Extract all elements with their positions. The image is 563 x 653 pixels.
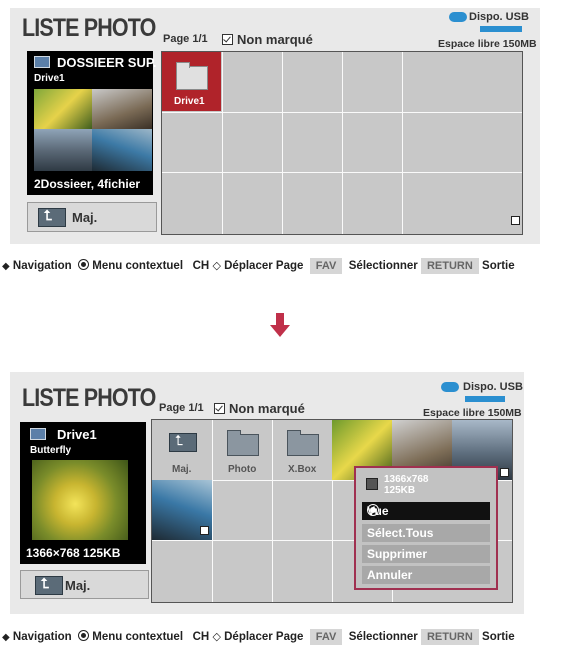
filter-unmarked-label: Non marqué (229, 401, 305, 416)
nav-exit: Sortie (482, 631, 515, 643)
checkbox-icon (214, 403, 225, 414)
nav-ch: CH (192, 631, 210, 643)
photo-checkbox[interactable] (200, 526, 209, 535)
return-key: RETURN (420, 629, 479, 645)
thumbnail-butterfly (34, 89, 92, 129)
folder-label: Photo (228, 464, 257, 475)
menu-item-vue[interactable]: Vue (362, 502, 490, 520)
folder-icon (176, 62, 208, 90)
context-size: 125KB (384, 485, 416, 496)
folder-icon (227, 430, 259, 456)
usb-icon (449, 12, 467, 22)
dpad-icon: ◆ (2, 632, 10, 643)
nav-move-page: Déplacer Page (224, 631, 304, 643)
nav-select: Sélectionner (348, 260, 418, 272)
nav-menu: Menu contextuel (92, 631, 184, 643)
menu-item-delete[interactable]: Supprimer (362, 545, 490, 563)
arrow-down-icon (270, 325, 290, 337)
page-title-2: LISTE PHOTO (22, 384, 156, 412)
dpad-icon: ◆ (2, 261, 10, 272)
nav-exit: Sortie (482, 260, 515, 272)
nav-navigation: Navigation (12, 631, 72, 643)
thumbnail-bike (92, 129, 152, 171)
radio-selected-icon (367, 504, 379, 516)
page-title-1: LISTE PHOTO (22, 14, 156, 42)
page-indicator-1: Page 1/1 (163, 33, 208, 45)
thumbnail-collage (34, 89, 152, 171)
file-grid-1: Drive1 (161, 51, 523, 235)
free-space-2: Espace libre 150MB (423, 407, 522, 419)
ok-button-icon (78, 259, 90, 270)
info-panel-2: Drive1 Butterfly 1366×768 125KB (20, 422, 146, 564)
info-resolution-2: 1366×768 125KB (26, 546, 121, 560)
up-folder-icon (35, 576, 63, 595)
info-drive-1: Drive1 (34, 73, 65, 84)
usb-device-label-1: Dispo. USB (469, 11, 529, 23)
thumbnail-plane (34, 129, 92, 171)
up-button-label: Maj. (65, 578, 91, 593)
folder-label: Drive1 (174, 96, 205, 107)
page-indicator-2: Page 1/1 (159, 402, 204, 414)
preview-butterfly (32, 460, 128, 540)
return-key: RETURN (420, 258, 479, 274)
folder-label: Maj. (172, 464, 192, 475)
menu-item-label: Sélect.Tous (367, 526, 434, 540)
folder-icon (287, 430, 319, 456)
nav-navigation: Navigation (12, 260, 72, 272)
storage-bar-1 (480, 26, 522, 32)
nav-bar-1: ◆ Navigation Menu contextuel CH ◇ Déplac… (2, 258, 515, 274)
folder-photo[interactable]: Photo (212, 420, 272, 480)
fav-key: FAV (309, 629, 343, 645)
menu-item-label: Annuler (367, 568, 413, 582)
info-icon (366, 478, 378, 490)
nav-select: Sélectionner (348, 631, 418, 643)
context-menu: 1366x768 125KB Vue Sélect.Tous Supprimer… (354, 466, 498, 590)
thumbnail-horse (92, 89, 152, 129)
info-sub-2: Butterfly (30, 445, 72, 456)
storage-bar-2 (465, 396, 505, 402)
nav-menu: Menu contextuel (92, 260, 184, 272)
context-info: 1366x768 125KB (384, 474, 429, 496)
up-button-label: Maj. (72, 210, 98, 225)
photo-checkbox[interactable] (500, 468, 509, 477)
usb-icon (441, 382, 459, 392)
menu-item-select-all[interactable]: Sélect.Tous (362, 524, 490, 542)
up-folder-icon (38, 208, 66, 227)
info-panel-1: DOSSIEER SUP. Drive1 2Dossieer, 4fichier (27, 51, 157, 195)
fav-key: FAV (309, 258, 343, 274)
up-button-1[interactable]: Maj. (27, 202, 157, 232)
ok-button-icon (78, 630, 90, 641)
up-folder-icon (169, 433, 197, 452)
menu-item-cancel[interactable]: Annuler (362, 566, 490, 584)
info-title-2: Drive1 (57, 427, 97, 442)
folder-label: X.Box (288, 464, 317, 475)
filter-unmarked-1[interactable]: Non marqué (222, 32, 313, 47)
folder-xbox[interactable]: X.Box (272, 420, 332, 480)
folder-up-item[interactable]: Maj. (152, 420, 212, 480)
folder-drive1[interactable]: Drive1 (162, 52, 221, 111)
up-button-2[interactable]: Maj. (20, 570, 149, 599)
info-count-1: 2Dossieer, 4fichier (34, 177, 141, 191)
menu-item-label: Supprimer (367, 547, 428, 561)
nav-move-page: Déplacer Page (224, 260, 304, 272)
ch-updown-icon: ◇ (212, 630, 221, 643)
usb-device-label-2: Dispo. USB (463, 381, 523, 393)
filter-unmarked-2[interactable]: Non marqué (214, 401, 305, 416)
context-resolution: 1366x768 (384, 474, 429, 485)
folder-up-icon (30, 428, 46, 440)
free-space-1: Espace libre 150MB (438, 38, 537, 50)
nav-bar-2: ◆ Navigation Menu contextuel CH ◇ Déplac… (2, 629, 515, 645)
grid-checkbox[interactable] (511, 216, 520, 225)
checkbox-icon (222, 34, 233, 45)
nav-ch: CH (192, 260, 210, 272)
ch-updown-icon: ◇ (212, 259, 221, 272)
info-title-1: DOSSIEER SUP. (57, 55, 157, 70)
filter-unmarked-label: Non marqué (237, 32, 313, 47)
folder-up-icon (34, 56, 50, 68)
